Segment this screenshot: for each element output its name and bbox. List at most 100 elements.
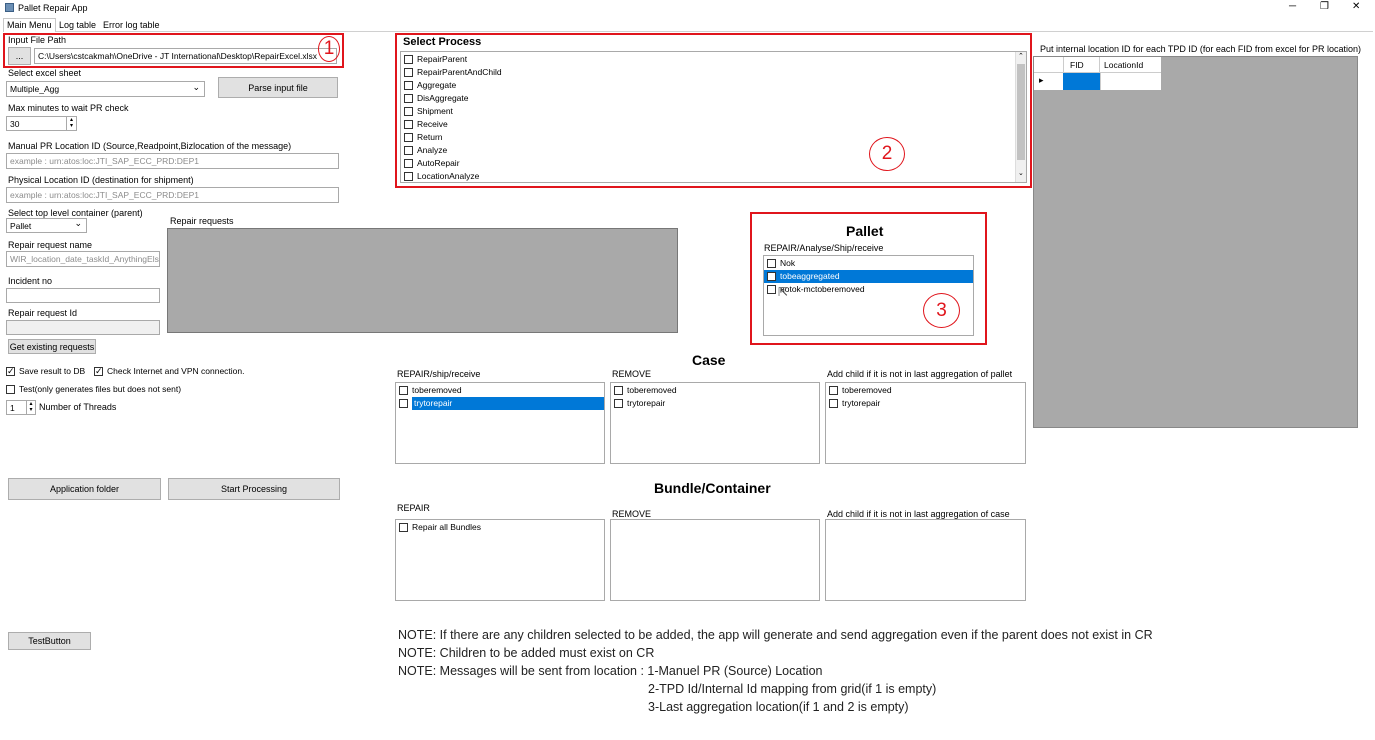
tab-main-menu[interactable]: Main Menu <box>3 18 56 32</box>
bundle-col2-label: REMOVE <box>612 509 652 519</box>
checkbox-icon[interactable] <box>829 399 838 408</box>
process-item[interactable]: Analyze <box>401 144 1026 157</box>
test-button[interactable]: TestButton <box>8 632 91 650</box>
checkbox-icon[interactable] <box>404 133 413 142</box>
get-existing-requests-button[interactable]: Get existing requests <box>8 339 96 354</box>
grid-cell-locationid[interactable] <box>1100 73 1161 90</box>
max-minutes-stepper[interactable]: 30 ▴ ▾ <box>6 116 77 131</box>
process-item[interactable]: Shipment <box>401 105 1026 118</box>
process-item[interactable]: AutoRepair <box>401 157 1026 170</box>
checkbox-icon[interactable] <box>404 107 413 116</box>
test-mode-checkbox[interactable]: Test(only generates files but does not s… <box>6 384 181 395</box>
process-item[interactable]: RepairParentAndChild <box>401 66 1026 79</box>
top-container-select[interactable]: Pallet ⌄ <box>6 218 87 233</box>
process-item[interactable]: LocationAnalyze <box>401 170 1026 183</box>
scroll-thumb[interactable] <box>1017 64 1025 160</box>
grid-cell-fid[interactable] <box>1063 73 1100 90</box>
checkbox-icon[interactable] <box>767 270 776 282</box>
process-item[interactable]: Receive <box>401 118 1026 131</box>
scroll-up-icon[interactable]: ⌃ <box>1018 52 1024 60</box>
manual-pr-input[interactable]: example : urn:atos:loc:JTI_SAP_ECC_PRD:D… <box>6 153 339 169</box>
process-item[interactable]: Return <box>401 131 1026 144</box>
case-repair-item[interactable]: trytorepair <box>396 397 604 410</box>
incident-input[interactable] <box>6 288 160 303</box>
max-minutes-label: Max minutes to wait PR check <box>8 103 129 113</box>
case-add-child-list[interactable]: toberemoved trytorepair <box>825 382 1026 464</box>
scrollbar[interactable]: ⌃ ⌄ <box>1015 52 1026 182</box>
bundle-repair-item[interactable]: Repair all Bundles <box>396 521 604 534</box>
annotation-circle-1: 1 <box>318 36 340 62</box>
select-process-title: Select Process <box>403 36 482 48</box>
case-remove-item[interactable]: trytorepair <box>611 397 819 410</box>
checkbox-icon[interactable] <box>767 285 776 294</box>
checkbox-icon[interactable] <box>399 523 408 532</box>
case-repair-list[interactable]: toberemoved trytorepair <box>395 382 605 464</box>
parse-input-button[interactable]: Parse input file <box>218 77 338 98</box>
repair-requests-panel[interactable] <box>167 228 678 333</box>
checkbox-icon[interactable] <box>614 386 623 395</box>
restore-button[interactable]: ❐ <box>1320 1 1329 12</box>
case-add-child-item[interactable]: trytorepair <box>826 397 1025 410</box>
checkbox-icon[interactable] <box>404 120 413 129</box>
checkbox-icon[interactable] <box>6 385 15 395</box>
repair-name-input[interactable]: WIR_location_date_taskId_AnythingElse <box>6 251 160 267</box>
case-remove-list[interactable]: toberemoved trytorepair <box>610 382 820 464</box>
checkbox-icon[interactable] <box>399 399 408 408</box>
process-item-label: Receive <box>417 119 448 129</box>
case-repair-item[interactable]: toberemoved <box>396 384 604 397</box>
location-grid[interactable]: FID LocationId ▸ <box>1033 56 1358 428</box>
row-marker-icon: ▸ <box>1039 75 1044 85</box>
case-add-child-item[interactable]: toberemoved <box>826 384 1025 397</box>
grid-row[interactable]: ▸ <box>1034 73 1161 90</box>
checkbox-icon[interactable] <box>399 386 408 395</box>
spinner-icon[interactable]: ▴ ▾ <box>26 401 35 414</box>
grid-col-locationid[interactable]: LocationId <box>1100 57 1161 73</box>
process-item[interactable]: RepairParent <box>401 53 1026 66</box>
case-repair-item-label: trytorepair <box>412 397 604 410</box>
tab-log-table[interactable]: Log table <box>59 20 96 30</box>
process-item-label: AutoRepair <box>417 158 460 168</box>
scroll-down-icon[interactable]: ⌄ <box>1018 169 1024 177</box>
threads-stepper[interactable]: 1 ▴ ▾ <box>6 400 36 415</box>
checkbox-icon[interactable] <box>404 68 413 77</box>
check-internet-checkbox[interactable]: Check Internet and VPN connection. <box>94 365 245 377</box>
process-item[interactable]: Aggregate <box>401 79 1026 92</box>
bundle-col1-label: REPAIR <box>397 503 430 513</box>
pallet-item[interactable]: tobeaggregated <box>764 270 973 283</box>
checkbox-icon[interactable] <box>404 55 413 64</box>
minimize-button[interactable]: ─ <box>1289 1 1296 12</box>
case-add-child-item-label: trytorepair <box>842 398 881 408</box>
bundle-remove-list[interactable] <box>610 519 820 601</box>
checkbox-icon[interactable] <box>404 146 413 155</box>
tab-error-log-table[interactable]: Error log table <box>103 20 160 30</box>
checkbox-icon[interactable] <box>404 159 413 168</box>
case-repair-item-label: toberemoved <box>412 385 462 395</box>
checkbox-icon[interactable] <box>94 365 103 377</box>
bundle-repair-list[interactable]: Repair all Bundles <box>395 519 605 601</box>
checkbox-icon[interactable] <box>767 259 776 268</box>
save-db-checkbox[interactable]: Save result to DB <box>6 365 85 377</box>
process-item[interactable]: DisAggregate <box>401 92 1026 105</box>
bundle-add-child-list[interactable] <box>825 519 1026 601</box>
process-item-label: RepairParentAndChild <box>417 67 502 77</box>
close-button[interactable]: ✕ <box>1352 1 1360 12</box>
select-process-list[interactable]: RepairParent RepairParentAndChild Aggregat… <box>400 51 1027 183</box>
checkbox-icon[interactable] <box>404 172 413 181</box>
application-folder-button[interactable]: Application folder <box>8 478 161 500</box>
grid-col-fid[interactable]: FID <box>1063 57 1100 73</box>
checkbox-icon[interactable] <box>404 94 413 103</box>
threads-label: Number of Threads <box>39 402 117 412</box>
pallet-item-label: tobeaggregated <box>780 271 840 281</box>
excel-sheet-select[interactable]: Multiple_Agg ⌄ <box>6 81 205 97</box>
start-processing-button[interactable]: Start Processing <box>168 478 340 500</box>
spinner-icon[interactable]: ▴ ▾ <box>66 117 76 130</box>
checkbox-icon[interactable] <box>404 81 413 90</box>
checkbox-icon[interactable] <box>6 365 15 377</box>
case-remove-item[interactable]: toberemoved <box>611 384 819 397</box>
incident-label: Incident no <box>8 276 53 286</box>
process-item-label: Return <box>417 132 443 142</box>
physical-location-input[interactable]: example : urn:atos:loc:JTI_SAP_ECC_PRD:D… <box>6 187 339 203</box>
pallet-item[interactable]: Nok <box>764 257 973 270</box>
checkbox-icon[interactable] <box>829 386 838 395</box>
checkbox-icon[interactable] <box>614 399 623 408</box>
